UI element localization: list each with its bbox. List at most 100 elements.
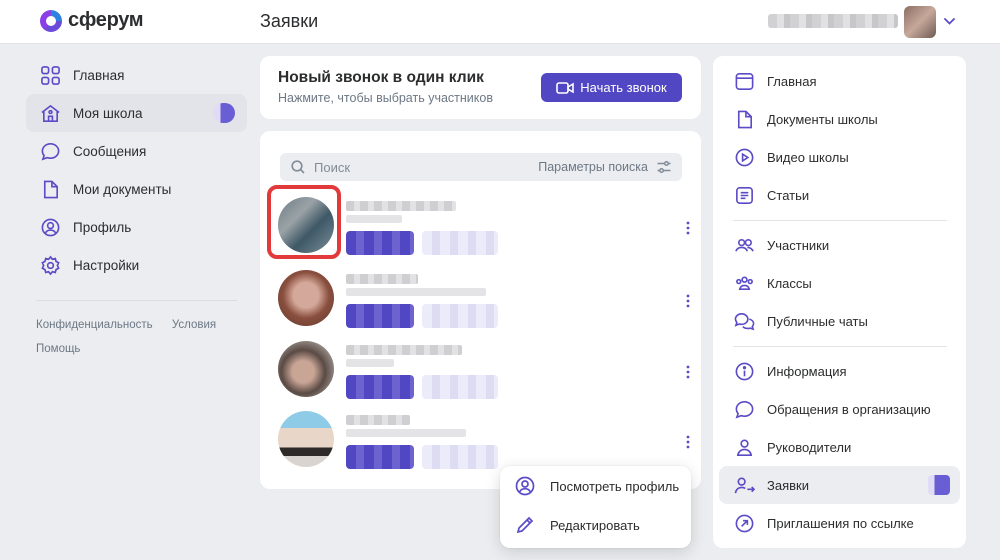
sidebar-item-profile[interactable]: Профиль	[26, 208, 247, 246]
list-item[interactable]	[278, 197, 698, 261]
user-name-blurred	[768, 14, 898, 28]
subtitle-blurred	[346, 429, 466, 437]
logo-icon	[40, 9, 62, 32]
document-icon	[733, 108, 755, 130]
chevron-down-icon[interactable]	[944, 13, 955, 28]
classes-icon	[733, 272, 755, 294]
chats-icon	[733, 310, 755, 332]
avatar[interactable]	[278, 411, 334, 467]
person-icon	[733, 436, 755, 458]
requests-list-card: Параметры поиска	[260, 131, 701, 489]
decline-button-blurred[interactable]	[422, 304, 498, 328]
divider	[36, 300, 237, 301]
users-icon	[733, 234, 755, 256]
panel-item-label: Статьи	[767, 187, 810, 203]
video-camera-icon	[556, 81, 575, 94]
terms-link[interactable]: Условия	[172, 319, 216, 331]
panel-item-information[interactable]: Информация	[719, 352, 960, 390]
subtitle-blurred	[346, 359, 394, 367]
list-item[interactable]	[278, 270, 698, 334]
person-arrow-icon	[733, 474, 755, 496]
privacy-link[interactable]: Конфиденциальность	[36, 319, 153, 331]
panel-item-classes[interactable]: Классы	[719, 264, 960, 302]
panel-item-label: Документы школы	[767, 111, 878, 127]
panel-item-appeals[interactable]: Обращения в организацию	[719, 390, 960, 428]
link-arrow-icon	[733, 512, 755, 534]
filter-icon[interactable]	[656, 159, 672, 175]
decline-button-blurred[interactable]	[422, 445, 498, 469]
panel-item-label: Главная	[767, 73, 817, 89]
divider	[733, 346, 947, 347]
more-vertical-icon[interactable]	[686, 294, 690, 308]
play-icon	[733, 146, 755, 168]
panel-item-label: Обращения в организацию	[767, 401, 931, 417]
accept-button-blurred[interactable]	[346, 375, 414, 399]
sidebar-item-home[interactable]: Главная	[26, 56, 247, 94]
user-avatar[interactable]	[904, 6, 936, 38]
panel-item-school-documents[interactable]: Документы школы	[719, 100, 960, 138]
accept-button-blurred[interactable]	[346, 445, 414, 469]
panel-item-label: Участники	[767, 237, 830, 253]
logo[interactable]: сферум	[40, 9, 144, 32]
start-call-button[interactable]: Начать звонок	[541, 73, 682, 102]
sidebar-item-my-school[interactable]: Моя школа	[26, 94, 247, 132]
name-blurred	[346, 201, 456, 211]
profile-icon	[515, 476, 535, 496]
message-icon	[733, 398, 755, 420]
panel-item-requests[interactable]: Заявки	[719, 466, 960, 504]
sidebar-item-label: Главная	[73, 67, 125, 83]
panel-item-articles[interactable]: Статьи	[719, 176, 960, 214]
sidebar-item-my-documents[interactable]: Мои документы	[26, 170, 247, 208]
info-icon	[733, 360, 755, 382]
accept-button-blurred[interactable]	[346, 231, 414, 255]
more-vertical-icon[interactable]	[686, 435, 690, 449]
sidebar-item-messages[interactable]: Сообщения	[26, 132, 247, 170]
help-link[interactable]: Помощь	[36, 343, 80, 355]
panel-item-label: Информация	[767, 363, 847, 379]
more-vertical-icon[interactable]	[686, 365, 690, 379]
panel-item-participants[interactable]: Участники	[719, 226, 960, 264]
gear-icon	[39, 254, 61, 276]
accept-button-blurred[interactable]	[346, 304, 414, 328]
panel-item-invite-links[interactable]: Приглашения по ссылке	[719, 504, 960, 542]
more-vertical-icon[interactable]	[686, 221, 690, 235]
panel-item-home[interactable]: Главная	[719, 62, 960, 100]
school-icon	[39, 102, 61, 124]
panel-item-label: Классы	[767, 275, 812, 291]
avatar[interactable]	[278, 270, 334, 326]
search-input[interactable]	[314, 159, 539, 175]
highlight-box	[267, 185, 341, 259]
decline-button-blurred[interactable]	[422, 231, 498, 255]
message-icon	[39, 140, 61, 162]
decline-button-blurred[interactable]	[422, 375, 498, 399]
subtitle-blurred	[346, 215, 402, 223]
divider	[733, 220, 947, 221]
panel-item-public-chats[interactable]: Публичные чаты	[719, 302, 960, 340]
pencil-icon	[516, 516, 534, 534]
menu-item-edit[interactable]: Редактировать	[500, 506, 691, 544]
sidebar-item-label: Мои документы	[73, 181, 172, 197]
left-sidebar: Главная Моя школа Сообщения Мои документ…	[26, 56, 247, 361]
page-title: Заявки	[260, 11, 319, 31]
start-call-label: Начать звонок	[580, 80, 667, 95]
notification-badge	[213, 103, 235, 123]
context-menu: Посмотреть профиль Редактировать	[500, 466, 691, 548]
browser-icon	[733, 70, 755, 92]
sidebar-item-settings[interactable]: Настройки	[26, 246, 247, 284]
footer-links: Конфиденциальность Условия Помощь	[26, 313, 247, 361]
panel-item-label: Руководители	[767, 439, 852, 455]
avatar[interactable]	[278, 341, 334, 397]
search-params-link[interactable]: Параметры поиска	[538, 160, 648, 174]
panel-item-label: Видео школы	[767, 149, 849, 165]
menu-item-view-profile[interactable]: Посмотреть профиль	[500, 467, 691, 505]
call-card-subtitle: Нажмите, чтобы выбрать участников	[278, 91, 493, 105]
article-icon	[733, 184, 755, 206]
call-card-title: Новый звонок в один клик	[278, 69, 484, 86]
panel-item-managers[interactable]: Руководители	[719, 428, 960, 466]
menu-item-label: Редактировать	[550, 517, 640, 533]
list-item[interactable]	[278, 341, 698, 405]
quick-call-card: Новый звонок в один клик Нажмите, чтобы …	[260, 56, 701, 119]
top-header: сферум Заявки	[0, 0, 1000, 44]
logo-text: сферум	[68, 9, 144, 31]
panel-item-school-video[interactable]: Видео школы	[719, 138, 960, 176]
